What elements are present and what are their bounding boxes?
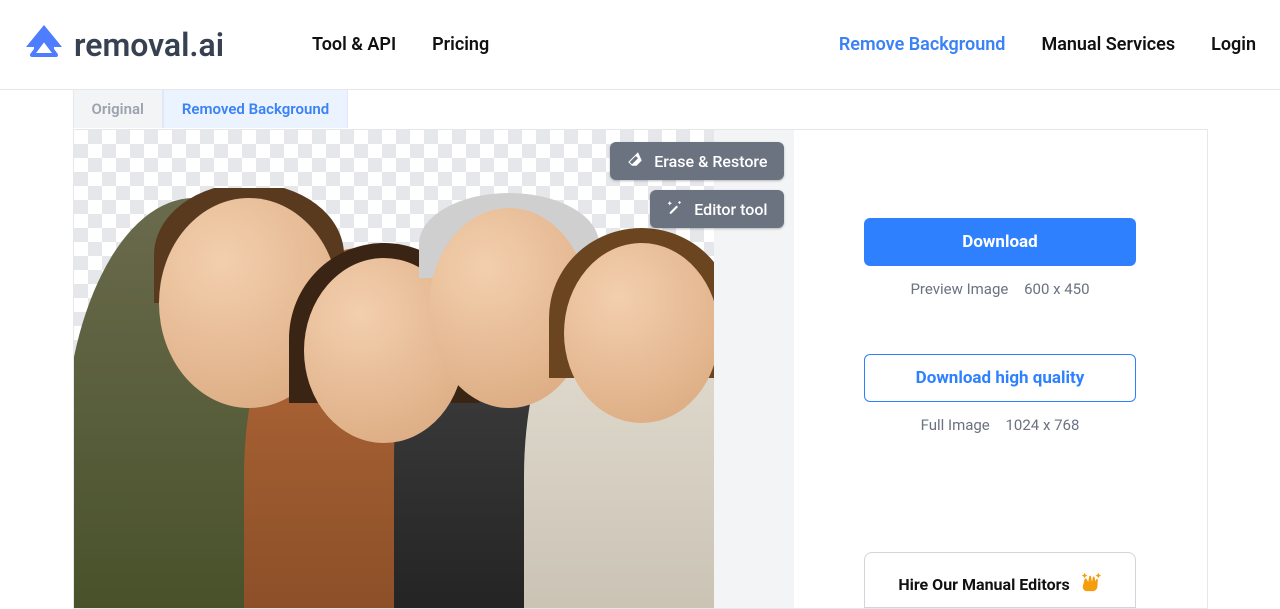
header: removal.ai Tool & API Pricing Remove Bac…: [0, 0, 1280, 90]
tab-removed-background[interactable]: Removed Background: [163, 89, 348, 128]
waving-hand-icon: [1080, 571, 1102, 597]
nav-right: Remove Background Manual Services Login: [839, 34, 1256, 55]
editor-tool-label: Editor tool: [694, 200, 767, 219]
preview-area: Erase & Restore Editor tool: [74, 130, 794, 608]
full-dimensions: 1024 x 768: [994, 416, 1080, 434]
page: Original Removed Background: [73, 90, 1208, 609]
result-image: [74, 188, 714, 608]
eraser-icon: [626, 150, 644, 172]
download-button[interactable]: Download: [864, 218, 1136, 266]
tab-bar: Original Removed Background: [73, 89, 349, 128]
side-panel: Download Preview Image 600 x 450 Downloa…: [794, 130, 1207, 608]
logo-mark-icon: [20, 21, 68, 69]
erase-restore-label: Erase & Restore: [654, 152, 767, 171]
nav-login[interactable]: Login: [1211, 34, 1256, 55]
nav-manual-services[interactable]: Manual Services: [1041, 34, 1175, 55]
editor-tool-button[interactable]: Editor tool: [650, 190, 783, 228]
preview-meta: Preview Image 600 x 450: [910, 280, 1089, 298]
nav-pricing[interactable]: Pricing: [432, 34, 489, 55]
nav-tool-api[interactable]: Tool & API: [312, 34, 396, 55]
tab-original[interactable]: Original: [73, 89, 163, 128]
preview-dimensions: 600 x 450: [1012, 280, 1089, 298]
download-hq-button[interactable]: Download high quality: [864, 354, 1136, 402]
brand-name: removal.ai: [74, 26, 224, 64]
preview-label: Preview Image: [910, 280, 1008, 298]
magic-wand-icon: [666, 198, 684, 220]
full-meta: Full Image 1024 x 768: [921, 416, 1080, 434]
brand-logo[interactable]: removal.ai: [20, 21, 224, 69]
erase-restore-button[interactable]: Erase & Restore: [610, 142, 783, 180]
result-card: Erase & Restore Editor tool Download Pre…: [73, 129, 1208, 609]
hire-editors-label: Hire Our Manual Editors: [898, 575, 1069, 594]
hire-editors-card[interactable]: Hire Our Manual Editors: [864, 552, 1136, 608]
nav-remove-background[interactable]: Remove Background: [839, 34, 1006, 55]
full-label: Full Image: [921, 416, 990, 434]
preview-actions: Erase & Restore Editor tool: [610, 142, 783, 228]
nav-left: Tool & API Pricing: [312, 34, 489, 55]
